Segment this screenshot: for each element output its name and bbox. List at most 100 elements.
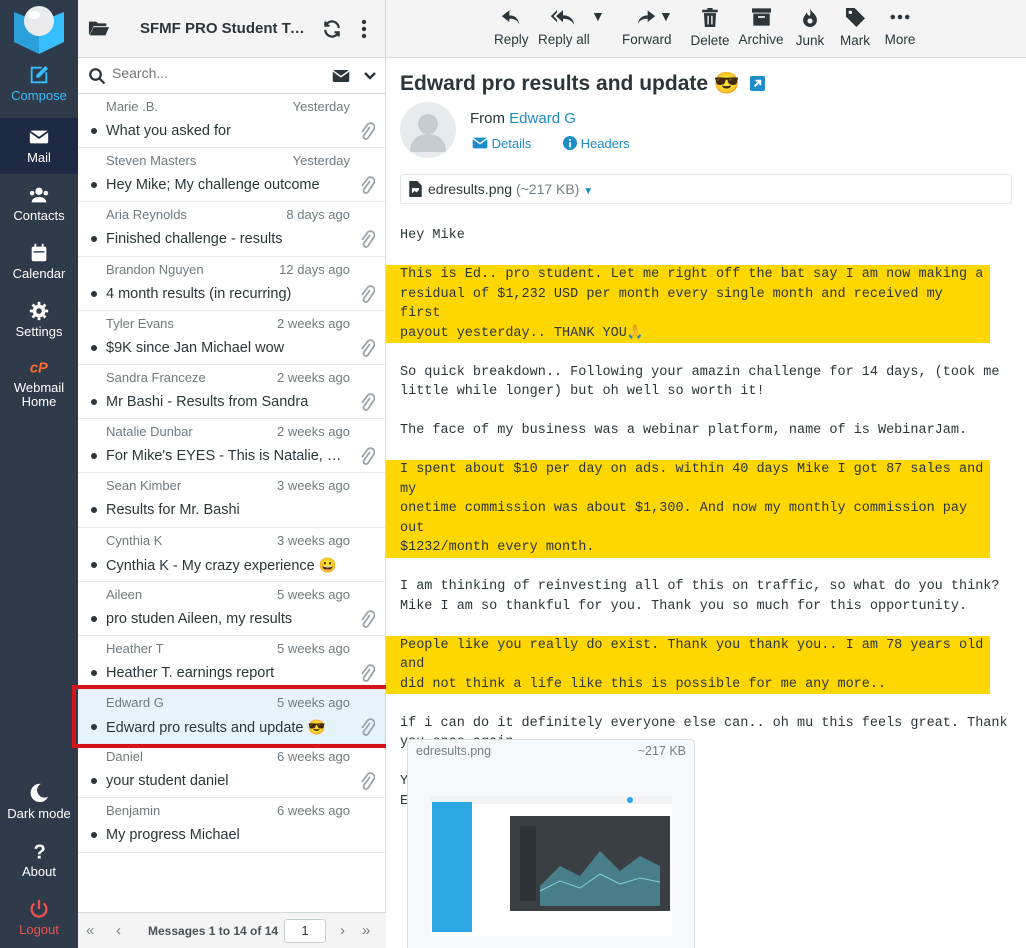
nav-calendar[interactable]: Calendar bbox=[0, 242, 78, 298]
message-list-item[interactable]: Marie .B. Yesterday What you asked for bbox=[78, 94, 385, 149]
paperclip-icon bbox=[361, 718, 375, 736]
attachment-dropdown-icon[interactable]: ▼ bbox=[583, 186, 593, 197]
message-sender: Heather T bbox=[106, 640, 164, 656]
refresh-icon[interactable] bbox=[322, 19, 342, 39]
forward-dropdown-icon[interactable]: ▼ bbox=[659, 8, 673, 24]
avatar bbox=[400, 102, 456, 158]
unread-dot-icon bbox=[91, 507, 97, 514]
envelope-filter-icon[interactable] bbox=[332, 69, 350, 83]
message-list-item[interactable]: Aileen 5 weeks ago pro studen Aileen, my r… bbox=[78, 582, 385, 636]
vertical-dots-icon[interactable] bbox=[360, 19, 368, 39]
attachment-size: (~217 KB) bbox=[515, 181, 580, 197]
message-sender: Cynthia K bbox=[106, 532, 163, 548]
nav-settings[interactable]: Settings bbox=[0, 300, 78, 356]
chevron-down-icon[interactable] bbox=[364, 71, 376, 81]
details-link[interactable]: Details bbox=[472, 136, 549, 151]
reply-button[interactable]: Reply bbox=[494, 8, 529, 47]
unread-dot-icon bbox=[91, 615, 97, 622]
trash-icon bbox=[702, 8, 718, 27]
headers-link[interactable]: Headers bbox=[563, 136, 644, 151]
nav-dark-mode[interactable]: Dark mode bbox=[0, 782, 78, 838]
message-subject-line: your student daniel bbox=[106, 773, 229, 790]
message-list-item[interactable]: Daniel 6 weeks ago your student daniel bbox=[78, 744, 385, 799]
unread-dot-icon bbox=[91, 236, 97, 243]
message-subject-line: For Mike's EYES - This is Natalie, My re… bbox=[106, 448, 350, 465]
nav-mail-label: Mail bbox=[27, 150, 51, 165]
nav-about-label: About bbox=[22, 864, 56, 879]
message-toolbar: Reply Reply all ▼ Forward ▼ Delete Archi… bbox=[386, 0, 1026, 58]
message-list-item[interactable]: Sean Kimber 3 weeks ago Results for Mr. Ba… bbox=[78, 473, 385, 528]
reply-all-dropdown-icon[interactable]: ▼ bbox=[591, 8, 605, 24]
unread-dot-icon bbox=[91, 778, 97, 785]
message-subject-line: Cynthia K - My crazy experience 😀 bbox=[106, 557, 337, 574]
message-sender: Steven Masters bbox=[106, 153, 197, 169]
message-sender: Daniel bbox=[106, 749, 143, 765]
nav-mail[interactable]: Mail bbox=[0, 118, 78, 174]
junk-label: Junk bbox=[795, 33, 825, 48]
search-input[interactable] bbox=[112, 65, 292, 81]
message-list-item[interactable]: Tyler Evans 2 weeks ago $9K since Jan Mich… bbox=[78, 311, 385, 365]
highlighted-paragraph: People like you really do exist. Thank y… bbox=[386, 635, 990, 694]
message-list-item[interactable]: Cynthia K 3 weeks ago Cynthia K - My crazy… bbox=[78, 528, 385, 582]
message-sender: Benjamin bbox=[106, 803, 161, 819]
user-silhouette-icon bbox=[410, 114, 446, 152]
message-list-item[interactable]: Aria Reynolds 8 days ago Finished challeng… bbox=[78, 202, 385, 257]
message-count: Messages 1 to 14 of 14 bbox=[148, 924, 279, 938]
message-date: 3 weeks ago bbox=[277, 532, 350, 548]
gear-icon bbox=[29, 301, 49, 321]
message-sender: Sean Kimber bbox=[106, 478, 182, 494]
unread-dot-icon bbox=[91, 290, 97, 297]
folder-open-icon[interactable] bbox=[88, 18, 110, 38]
attachment-preview-card[interactable]: edresults.png ~217 KB bbox=[407, 739, 695, 948]
paperclip-icon bbox=[361, 339, 375, 357]
delete-button[interactable]: Delete bbox=[690, 8, 730, 48]
message-date: 8 days ago bbox=[286, 207, 350, 223]
message-list-item[interactable]: Steven Masters Yesterday Hey Mike; My chal… bbox=[78, 148, 385, 203]
open-external-icon[interactable] bbox=[749, 76, 765, 91]
message-list-item[interactable]: Brandon Nguyen 12 days ago 4 month results… bbox=[78, 257, 385, 311]
message-date: Yesterday bbox=[292, 99, 350, 114]
sender-name-link[interactable]: Edward G bbox=[509, 110, 576, 127]
message-date: 5 weeks ago bbox=[277, 695, 350, 711]
attachment-filename[interactable]: edresults.png (~217 KB) ▼ bbox=[428, 181, 593, 197]
page-number-input[interactable]: 1 bbox=[284, 919, 326, 943]
message-subject-line: Mr Bashi - Results from Sandra bbox=[106, 393, 309, 410]
first-page-icon[interactable]: « bbox=[86, 922, 94, 939]
roundcube-logo[interactable] bbox=[12, 4, 66, 56]
message-list-item[interactable]: Edward G 5 weeks ago Edward pro results an… bbox=[78, 690, 385, 745]
archive-button[interactable]: Archive bbox=[738, 8, 784, 47]
prev-page-icon[interactable]: ‹ bbox=[116, 922, 121, 939]
message-subject-line: What you asked for bbox=[106, 123, 231, 139]
attachment-filename-text: edresults.png bbox=[428, 181, 513, 197]
message-sender: Tyler Evans bbox=[106, 315, 174, 331]
nav-logout[interactable]: Logout bbox=[0, 898, 78, 948]
next-page-icon[interactable]: › bbox=[340, 922, 345, 939]
reply-label: Reply bbox=[494, 32, 529, 47]
message-list-item[interactable]: Sandra Franceze 2 weeks ago Mr Bashi - Res… bbox=[78, 365, 385, 420]
attachment-bar[interactable]: edresults.png (~217 KB) ▼ bbox=[400, 174, 1012, 204]
paperclip-icon bbox=[361, 609, 375, 628]
message-date: 2 weeks ago bbox=[277, 369, 350, 385]
message-date: 3 weeks ago bbox=[277, 478, 350, 494]
nav-compose[interactable]: Compose bbox=[0, 64, 78, 120]
message-list-item[interactable]: Benjamin 6 weeks ago My progress Michael bbox=[78, 798, 385, 853]
more-button[interactable]: More bbox=[884, 8, 916, 47]
message-subject-text: Edward pro results and update 😎 bbox=[400, 72, 741, 95]
message-sender: Brandon Nguyen bbox=[106, 261, 204, 277]
nav-webmail-home[interactable]: cP Webmail Home bbox=[0, 356, 78, 409]
message-list-item[interactable]: Heather T 5 weeks ago Heather T. earnings … bbox=[78, 636, 385, 691]
paperclip-icon bbox=[361, 664, 375, 682]
junk-button[interactable]: Junk bbox=[794, 8, 826, 48]
nav-contacts[interactable]: Contacts bbox=[0, 184, 78, 240]
search-icon bbox=[89, 68, 106, 85]
reply-all-icon bbox=[550, 10, 575, 25]
last-page-icon[interactable]: » bbox=[362, 922, 370, 939]
nav-about[interactable]: ? About bbox=[0, 840, 78, 896]
file-image-icon bbox=[409, 181, 422, 197]
reply-all-button[interactable]: Reply all bbox=[538, 8, 590, 47]
mark-button[interactable]: Mark bbox=[838, 8, 872, 48]
nav-calendar-label: Calendar bbox=[12, 266, 66, 281]
message-list-item[interactable]: Natalie Dunbar 2 weeks ago For Mike's EYES… bbox=[78, 419, 385, 474]
message-subject-line: 4 month results (in recurring) bbox=[106, 285, 292, 302]
power-icon bbox=[30, 899, 48, 918]
